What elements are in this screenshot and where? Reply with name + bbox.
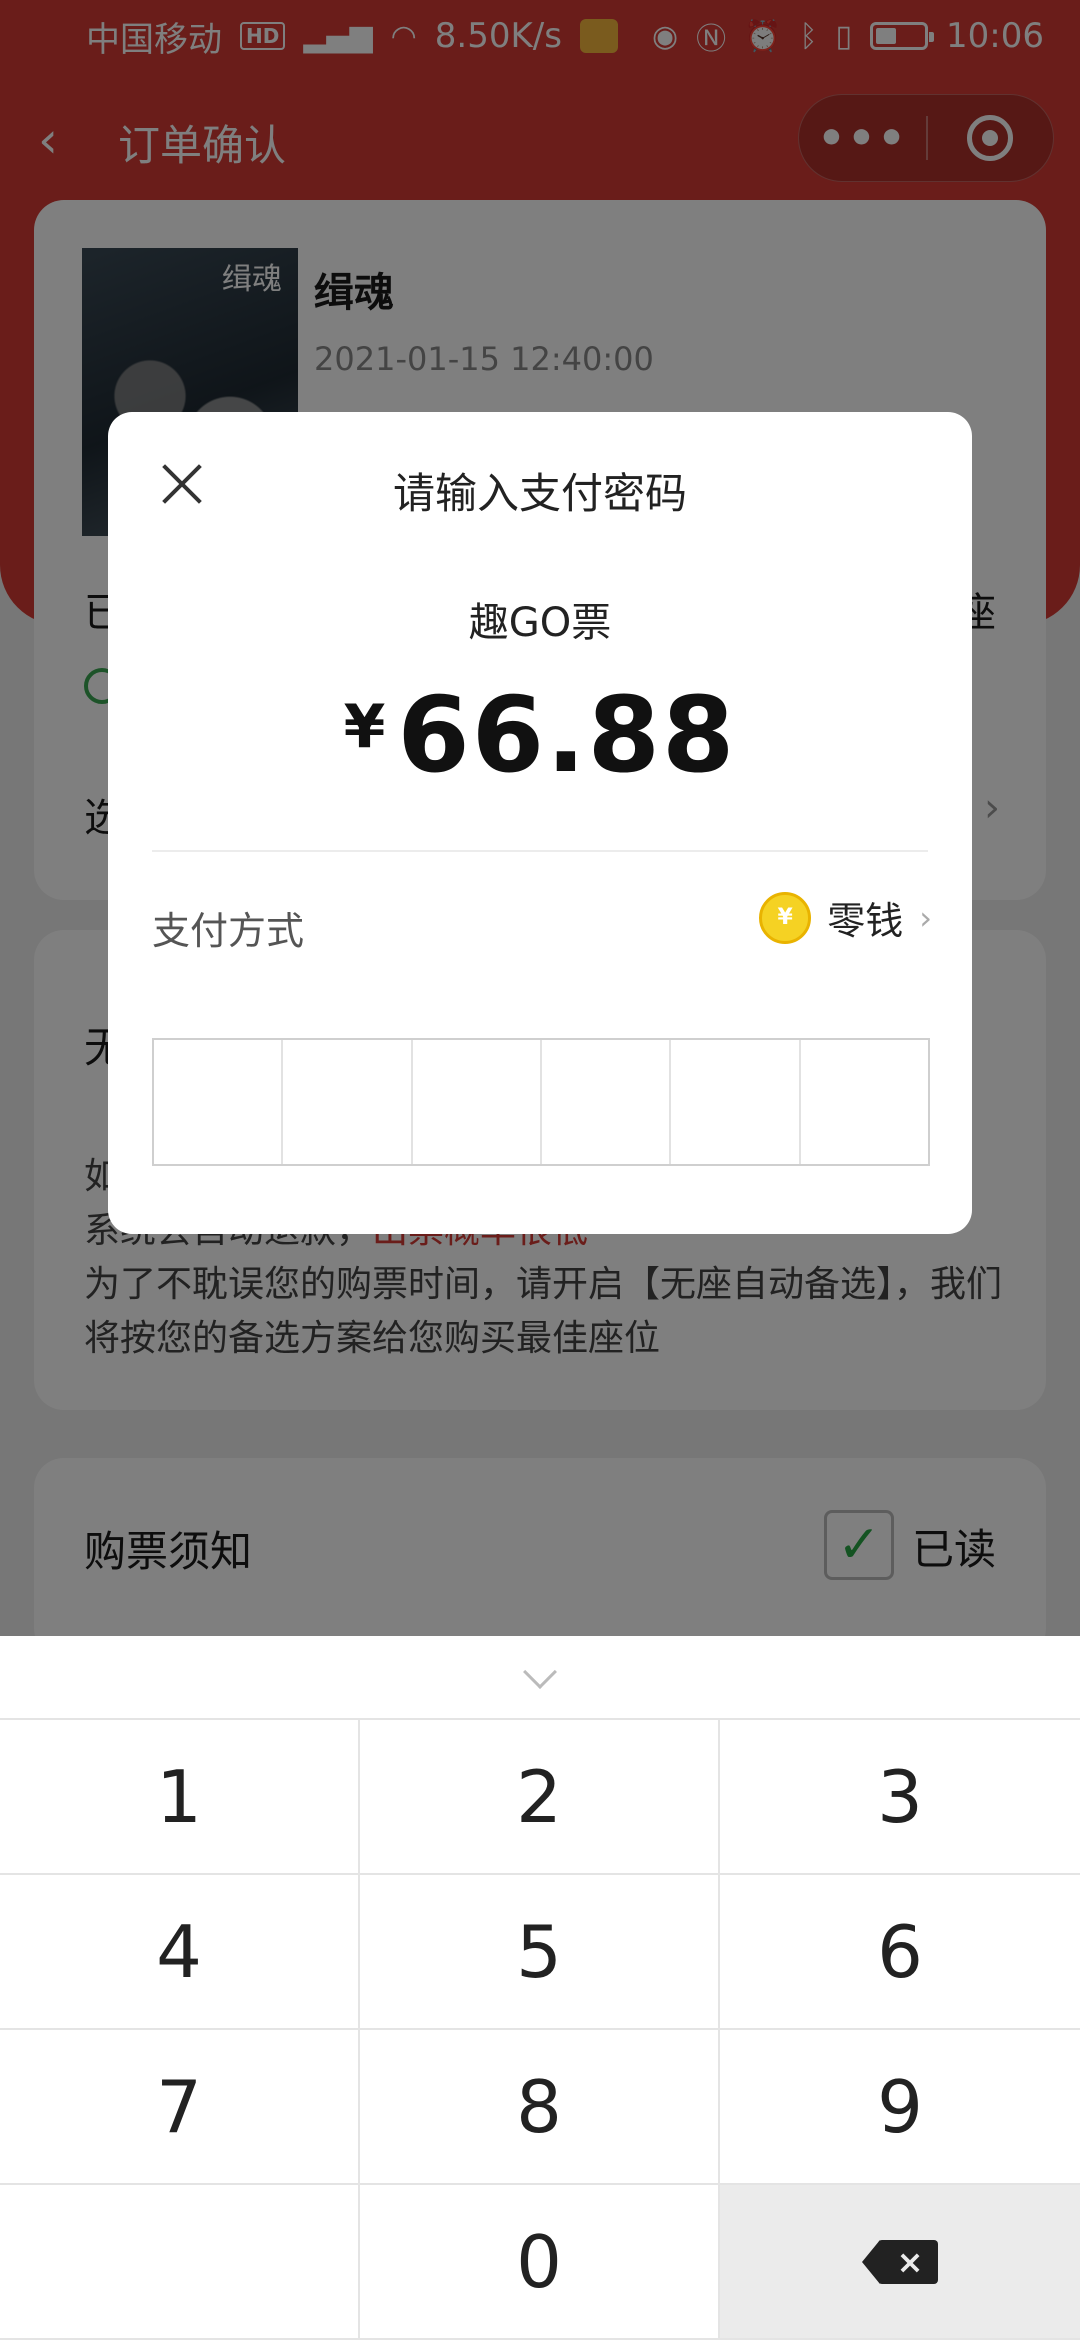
numeric-keypad: 1 2 3 4 5 6 7 8 9 0 ×: [0, 1636, 1080, 2340]
key-0[interactable]: 0: [360, 2185, 720, 2340]
payment-method-selector[interactable]: ¥ 零钱 ›: [759, 890, 932, 945]
payment-amount: ¥66.88: [108, 674, 972, 796]
key-3[interactable]: 3: [720, 1720, 1080, 1875]
password-digit-cell: [542, 1040, 672, 1164]
key-1[interactable]: 1: [0, 1720, 360, 1875]
password-digit-cell: [413, 1040, 542, 1164]
key-8[interactable]: 8: [360, 2030, 720, 2185]
password-digit-cell: [283, 1040, 413, 1164]
backspace-key[interactable]: ×: [720, 2185, 1080, 2340]
divider: [152, 850, 928, 852]
coin-icon: ¥: [759, 891, 812, 944]
payment-method-value: 零钱: [827, 899, 904, 943]
key-2[interactable]: 2: [360, 1720, 720, 1875]
chevron-right-icon: ›: [919, 898, 932, 937]
chevron-down-icon: [523, 1655, 557, 1689]
collapse-keypad-button[interactable]: [0, 1636, 1080, 1720]
payment-password-dialog: 请输入支付密码 趣GO票 ¥66.88 支付方式 ¥ 零钱 ›: [108, 412, 972, 1234]
password-input[interactable]: [152, 1038, 930, 1166]
currency-symbol: ¥: [343, 692, 386, 762]
key-4[interactable]: 4: [0, 1875, 360, 2030]
payment-method-label: 支付方式: [152, 909, 305, 953]
dialog-title: 请输入支付密码: [392, 469, 687, 518]
backspace-icon: ×: [862, 2239, 938, 2284]
keypad-grid: 1 2 3 4 5 6 7 8 9 0 ×: [0, 1720, 1080, 2340]
key-6[interactable]: 6: [720, 1875, 1080, 2030]
merchant-name: 趣GO票: [468, 600, 612, 646]
key-7[interactable]: 7: [0, 2030, 360, 2185]
key-blank: [0, 2185, 360, 2340]
amount-value: 66.88: [397, 674, 737, 796]
password-digit-cell: [154, 1040, 284, 1164]
key-9[interactable]: 9: [720, 2030, 1080, 2185]
key-5[interactable]: 5: [360, 1875, 720, 2030]
password-digit-cell: [801, 1040, 928, 1164]
password-digit-cell: [671, 1040, 801, 1164]
